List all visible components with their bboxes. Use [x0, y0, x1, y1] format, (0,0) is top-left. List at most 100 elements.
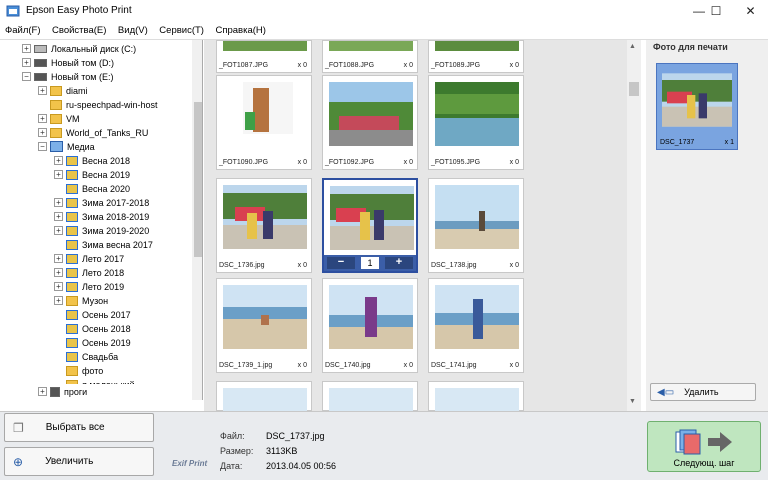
- tree-node[interactable]: + Лето 2019: [54, 280, 124, 293]
- photo-thumbnail[interactable]: DSC_1740.jpg x 0: [322, 278, 418, 373]
- expand-icon[interactable]: +: [54, 226, 63, 235]
- folder-tree[interactable]: + Локальный диск (C:) + Новый том (D:) − Но…: [0, 40, 203, 400]
- tree-node[interactable]: Осень 2017: [66, 308, 131, 321]
- tree-node[interactable]: Осень 2019: [66, 336, 131, 349]
- file-value: DSC_1737.jpg: [266, 431, 325, 441]
- file-label: Файл:: [220, 431, 245, 441]
- tree-node[interactable]: + Зима 2018-2019: [54, 210, 149, 223]
- expand-icon[interactable]: +: [54, 170, 63, 179]
- photo-thumbnail[interactable]: _FOT1089.JPG x 0: [428, 40, 524, 73]
- photo-thumbnail[interactable]: DSC_1736.jpg x 0: [216, 178, 312, 273]
- media-folder-icon: [50, 141, 63, 152]
- tree-node[interactable]: + Музон: [54, 294, 108, 307]
- expand-icon[interactable]: +: [22, 44, 31, 53]
- quantity-value[interactable]: 1: [361, 257, 379, 269]
- folder-icon: [66, 253, 78, 264]
- tree-node[interactable]: + Лето 2018: [54, 266, 124, 279]
- increase-button[interactable]: +: [385, 257, 413, 269]
- delete-button[interactable]: ◀▭ Удалить: [650, 383, 756, 401]
- expand-icon[interactable]: +: [54, 296, 63, 305]
- scroll-up-icon[interactable]: ▲: [629, 43, 636, 50]
- tree-node[interactable]: − Новый том (E:): [22, 70, 114, 83]
- folder-icon: [50, 85, 62, 96]
- expand-icon[interactable]: +: [54, 156, 63, 165]
- maximize-button[interactable]: ☐: [699, 0, 733, 22]
- select-all-icon: ❐: [13, 420, 24, 435]
- folder-icon: [66, 169, 78, 180]
- photo-thumbnail[interactable]: [322, 381, 418, 412]
- menu-help[interactable]: Справка(H): [210, 22, 269, 36]
- photo-thumbnail[interactable]: [216, 381, 312, 412]
- photo-thumbnail[interactable]: _FOT1095.JPG x 0: [428, 75, 524, 170]
- collapse-icon[interactable]: −: [22, 72, 31, 81]
- menu-view[interactable]: Вид(V): [113, 22, 152, 36]
- print-photo-item[interactable]: DSC_1737 x 1: [656, 63, 738, 150]
- quantity-stepper: − 1 +: [324, 255, 416, 271]
- photo-thumbnail[interactable]: DSC_1741.jpg x 0: [428, 278, 524, 373]
- menu-file[interactable]: Файл(F): [0, 22, 45, 36]
- tree-node[interactable]: + Новый том (D:): [22, 56, 114, 69]
- drive-icon: [34, 44, 47, 53]
- app-icon: [6, 5, 20, 17]
- folder-icon: [66, 309, 78, 320]
- tree-node[interactable]: + Зима 2019-2020: [54, 224, 149, 237]
- expand-icon[interactable]: +: [38, 86, 47, 95]
- decrease-button[interactable]: −: [327, 257, 355, 269]
- drive-icon: [34, 72, 47, 81]
- tree-node[interactable]: + diami: [38, 84, 88, 97]
- tree-node[interactable]: + Весна 2018: [54, 154, 130, 167]
- tree-node[interactable]: фото: [66, 364, 103, 377]
- photo-thumbnail[interactable]: _FOT1092.JPG x 0: [322, 75, 418, 170]
- photo-thumbnail[interactable]: _FOT1088.JPG x 0: [322, 40, 418, 73]
- window-title: Epson Easy Photo Print: [26, 5, 132, 16]
- expand-icon[interactable]: +: [54, 254, 63, 263]
- tree-node[interactable]: − Медиа: [38, 140, 95, 153]
- select-all-button[interactable]: ❐ Выбрать все: [4, 413, 154, 442]
- tree-node[interactable]: + Лето 2017: [54, 252, 124, 265]
- title-bar: Epson Easy Photo Print — ☐ ✕: [0, 0, 768, 22]
- tree-node[interactable]: + World_of_Tanks_RU: [38, 126, 148, 139]
- tree-node[interactable]: Зима весна 2017: [66, 238, 153, 251]
- expand-icon[interactable]: +: [54, 282, 63, 291]
- photo-thumbnail[interactable]: _FOT1090.JPG x 0: [216, 75, 312, 170]
- tree-scroll-thumb[interactable]: [194, 102, 202, 257]
- next-step-label: Следующ. шаг: [673, 458, 735, 468]
- date-label: Дата:: [220, 461, 243, 471]
- tree-node[interactable]: ru-speechpad-win-host: [50, 98, 158, 111]
- tree-node[interactable]: + проги: [38, 385, 87, 398]
- zoom-button[interactable]: ⊕ Увеличить: [4, 447, 154, 476]
- photo-thumbnail[interactable]: [428, 381, 524, 412]
- photo-thumbnail[interactable]: DSC_1738.jpg x 0: [428, 178, 524, 273]
- menu-service[interactable]: Сервис(T): [154, 22, 208, 36]
- expand-icon[interactable]: +: [38, 387, 47, 396]
- tree-node[interactable]: + VM: [38, 112, 80, 125]
- tree-node[interactable]: + Весна 2019: [54, 168, 130, 181]
- photo-image: [223, 185, 307, 249]
- menu-bar: Файл(F) Свойства(E) Вид(V) Сервис(T) Спр…: [0, 22, 768, 40]
- expand-icon[interactable]: +: [38, 114, 47, 123]
- photo-image: [329, 82, 413, 146]
- photo-thumbnail[interactable]: DSC_1739_1.jpg x 0: [216, 278, 312, 373]
- expand-icon[interactable]: +: [54, 268, 63, 277]
- expand-icon[interactable]: +: [54, 212, 63, 221]
- tree-node[interactable]: + Локальный диск (C:): [22, 42, 136, 55]
- scroll-down-icon[interactable]: ▼: [629, 398, 636, 405]
- menu-properties[interactable]: Свойства(E): [47, 22, 110, 36]
- collapse-icon[interactable]: −: [38, 142, 47, 151]
- photo-thumbnail[interactable]: _FOT1087.JPG x 0: [216, 40, 312, 73]
- gallery-scroll-thumb[interactable]: [629, 82, 639, 96]
- tree-node[interactable]: Осень 2018: [66, 322, 131, 335]
- expand-icon[interactable]: +: [38, 128, 47, 137]
- expand-icon[interactable]: +: [22, 58, 31, 67]
- photo-thumbnail-selected[interactable]: − 1 +: [322, 178, 418, 273]
- zoom-icon: ⊕: [13, 454, 24, 469]
- folder-icon: [66, 155, 78, 166]
- tree-node[interactable]: + Зима 2017-2018: [54, 196, 149, 209]
- expand-icon[interactable]: +: [54, 198, 63, 207]
- tree-node[interactable]: Свадьба: [66, 350, 118, 363]
- folder-icon: [66, 295, 78, 306]
- photo-image: [223, 82, 307, 146]
- folder-icon: [66, 267, 78, 278]
- close-button[interactable]: ✕: [733, 0, 768, 22]
- tree-node[interactable]: Весна 2020: [66, 182, 130, 195]
